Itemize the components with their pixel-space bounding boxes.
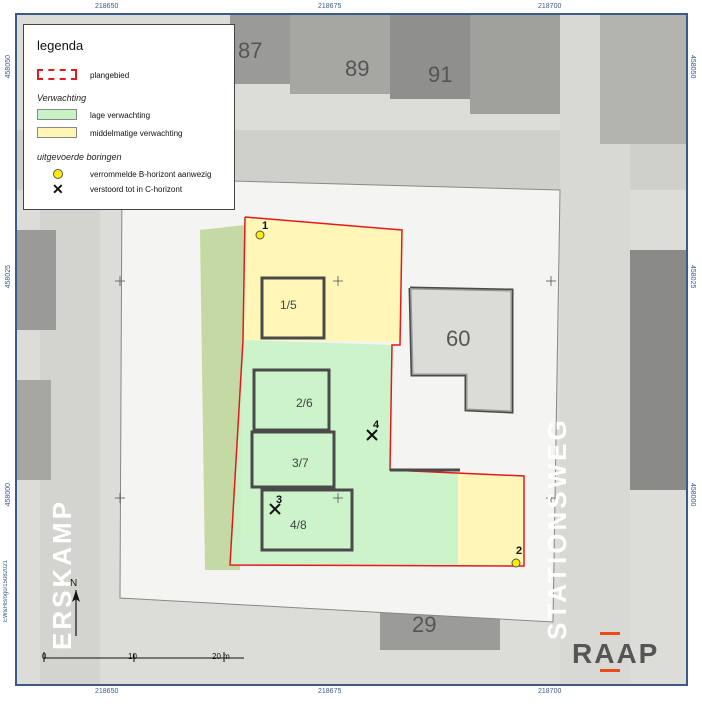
y-tick-label: 458000	[689, 483, 696, 507]
middelmatige-swatch	[37, 127, 77, 138]
legend-title: legenda	[37, 38, 84, 53]
raap-logo: RAAP	[572, 632, 657, 676]
legend-panel: legenda plangebied Verwachting lage verw…	[23, 24, 235, 210]
house-number: 60	[446, 326, 471, 351]
legend-label: middelmatige verwachting	[90, 129, 183, 138]
yellow-dot-icon	[53, 169, 63, 179]
scale-label: 20 m	[212, 652, 230, 661]
y-tick-label: 458050	[5, 55, 12, 79]
lage-swatch	[37, 109, 77, 120]
sketch-label: 1/5	[280, 298, 297, 312]
y-tick-label: 458025	[689, 265, 696, 289]
boring-2-marker	[511, 558, 521, 568]
x-tick-label: 218700	[538, 688, 562, 695]
y-tick-label: 458000	[5, 483, 12, 507]
legend-section: uitgevoerde boringen	[37, 152, 122, 162]
cross-icon: ✕	[52, 181, 64, 197]
x-tick-label: 218700	[538, 3, 562, 10]
sketch-label: 4/8	[290, 518, 307, 532]
boring-label: 4	[373, 419, 380, 431]
x-tick-label: 218675	[318, 688, 342, 695]
scale-label: 0	[42, 652, 47, 661]
credit-text: EW&HB/ogo/15082021	[3, 560, 9, 623]
house-number: 87	[238, 38, 263, 63]
boring-label: 1	[262, 220, 269, 232]
legend-label: lage verwachting	[90, 111, 151, 120]
scale-label: 10	[128, 652, 137, 661]
plangebied-swatch	[37, 69, 77, 80]
logo-text: RAAP	[572, 638, 660, 669]
house-number: 91	[428, 62, 453, 87]
legend-section: Verwachting	[37, 93, 87, 103]
house-number: 29	[412, 612, 437, 637]
legend-label: verstoord tot in C-horizont	[90, 185, 183, 194]
legend-label: plangebied	[90, 71, 130, 80]
x-tick-label: 218675	[318, 3, 342, 10]
house-number: 89	[345, 56, 370, 81]
sketch-label: 3/7	[292, 456, 309, 470]
x-tick-label: 218650	[95, 3, 119, 10]
street-label-stationsweg: STATIONSWEG	[542, 417, 572, 640]
boring-label: 3	[276, 494, 283, 506]
y-tick-label: 458025	[5, 265, 12, 289]
x-tick-label: 218650	[95, 688, 119, 695]
boring-label: 2	[516, 545, 523, 557]
legend-label: verrommelde B-horizont aanwezig	[90, 170, 212, 179]
y-tick-label: 458050	[689, 55, 696, 79]
boring-1-marker	[255, 230, 265, 240]
north-arrow-icon	[72, 590, 80, 636]
sketch-label: 2/6	[296, 396, 313, 410]
